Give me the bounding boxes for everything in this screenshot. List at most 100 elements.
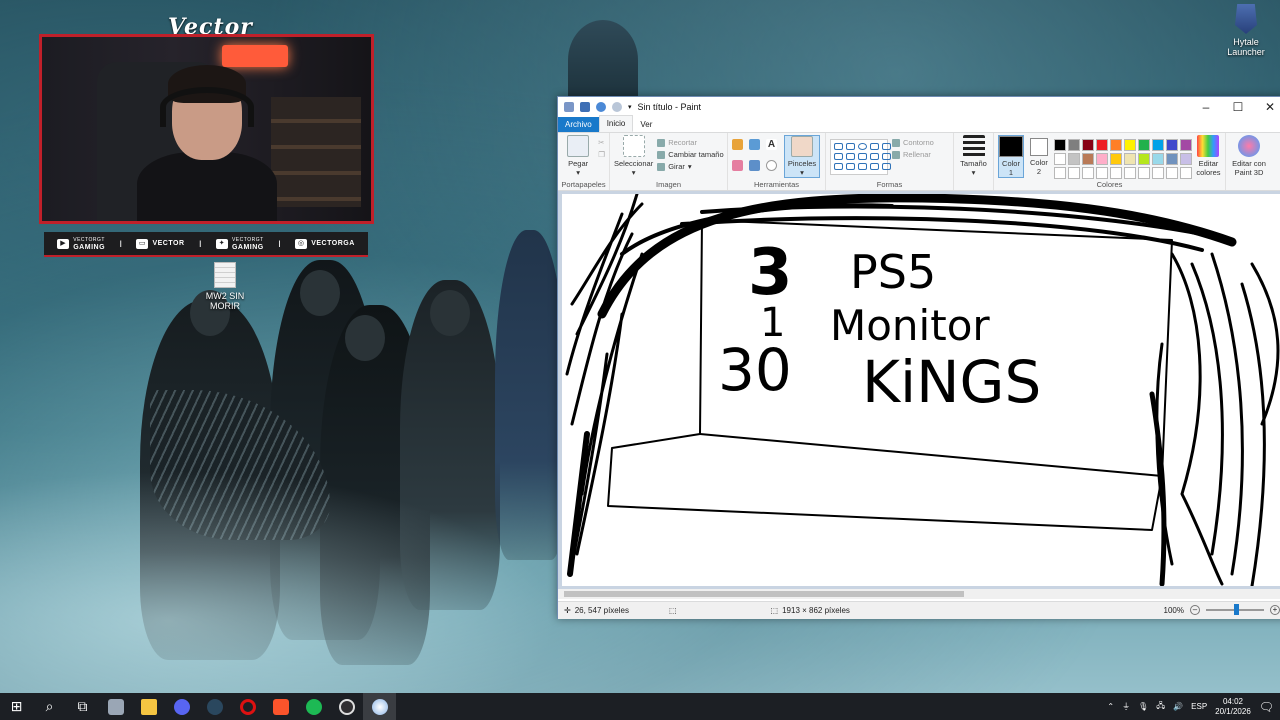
diamond-shape-icon[interactable] [870,153,879,160]
tab-ver[interactable]: Ver [633,117,659,132]
undo-icon[interactable] [596,102,606,112]
palette-swatch[interactable] [1081,139,1094,151]
resize-button[interactable]: Cambiar tamaño [657,150,724,159]
palette-swatch[interactable] [1165,153,1178,165]
cut-icon[interactable]: ✂ [598,138,605,147]
taskbar-app-steam[interactable] [198,693,231,720]
rectangle-shape-icon[interactable] [870,143,879,150]
language-indicator[interactable]: ESP [1191,702,1207,711]
curve-shape-icon[interactable] [846,143,855,150]
line-shape-icon[interactable] [834,143,843,150]
size-button[interactable]: Tamaño ▾ [958,135,989,178]
palette-swatch[interactable] [1053,139,1066,151]
zoom-in-button[interactable]: + [1270,605,1280,615]
oval-shape-icon[interactable] [858,143,867,150]
zoom-out-button[interactable]: – [1190,605,1200,615]
outline-button[interactable]: Contorno [892,138,934,147]
microphone-icon[interactable]: 🎙 [1138,702,1148,711]
desktop-icon-mw2[interactable]: MW2 SIN MORIR [190,262,260,311]
palette-swatch[interactable] [1123,167,1136,179]
color2-button[interactable]: Color 2 [1028,135,1050,178]
star-shape-icon[interactable] [858,163,867,170]
palette-swatch[interactable] [1109,167,1122,179]
usb-icon[interactable]: ⏚ [1122,701,1130,712]
right-triangle-shape-icon[interactable] [858,153,867,160]
palette-swatch[interactable] [1179,167,1192,179]
zoom-slider-knob[interactable] [1234,604,1239,615]
fill-bucket-icon[interactable] [749,139,760,150]
taskbar-app-explorer[interactable] [132,693,165,720]
taskbar-app-discord[interactable] [165,693,198,720]
zoom-slider[interactable] [1206,604,1264,615]
tab-inicio[interactable]: Inicio [598,115,634,132]
close-button[interactable]: ✕ [1254,100,1280,114]
network-icon[interactable]: 🖧 [1156,700,1165,714]
copy-icon[interactable]: ❐ [598,150,605,159]
rounded-rectangle-shape-icon[interactable] [882,143,891,150]
palette-swatch[interactable] [1095,139,1108,151]
taskbar-app-spotify[interactable] [297,693,330,720]
palette-swatch[interactable] [1165,167,1178,179]
clock[interactable]: 04:02 20/1/2026 [1215,697,1251,717]
palette-swatch[interactable] [1123,139,1136,151]
callout-shape-icon[interactable] [870,163,879,170]
palette-swatch[interactable] [1053,153,1066,165]
palette-swatch[interactable] [1137,153,1150,165]
drawing-canvas[interactable]: 3 PS5 1 Monitor 30 KiNGS [562,192,1280,588]
polygon-shape-icon[interactable] [834,153,843,160]
palette-swatch[interactable] [1137,139,1150,151]
taskbar-app-paint[interactable] [363,693,396,720]
brushes-button[interactable]: Pinceles ▾ [784,135,820,178]
magnifier-icon[interactable] [766,160,777,171]
palette-swatch[interactable] [1095,167,1108,179]
palette-swatch[interactable] [1095,153,1108,165]
minimize-button[interactable]: – [1190,100,1222,114]
start-button[interactable]: ⊞ [0,693,33,720]
desktop-icon-hytale[interactable]: Hytale Launcher [1215,4,1277,57]
palette-swatch[interactable] [1081,153,1094,165]
eraser-icon[interactable] [732,160,743,171]
select-button[interactable]: Seleccionar ▾ [614,135,653,178]
triangle-shape-icon[interactable] [846,153,855,160]
palette-swatch[interactable] [1109,153,1122,165]
heart-shape-icon[interactable] [882,163,891,170]
palette-swatch[interactable] [1151,153,1164,165]
quick-access-dropdown-icon[interactable]: ▾ [628,103,632,111]
hexagon-shape-icon[interactable] [834,163,843,170]
paint3d-button[interactable]: Editar con Paint 3D [1230,135,1268,178]
palette-swatch[interactable] [1109,139,1122,151]
palette-swatch[interactable] [1081,167,1094,179]
taskbar-app-brave[interactable] [264,693,297,720]
tab-archivo[interactable]: Archivo [558,117,599,132]
arrow-shape-icon[interactable] [846,163,855,170]
horizontal-scrollbar[interactable] [558,589,1280,599]
color-picker-icon[interactable] [749,160,760,171]
shapes-gallery[interactable] [830,139,891,175]
palette-swatch[interactable] [1151,139,1164,151]
text-icon[interactable]: A [766,139,777,150]
search-button[interactable]: ⌕ [33,693,66,720]
palette-swatch[interactable] [1053,167,1066,179]
palette-swatch[interactable] [1067,139,1080,151]
taskbar-app-opera[interactable] [231,693,264,720]
palette-swatch[interactable] [1165,139,1178,151]
palette-swatch[interactable] [1123,153,1136,165]
crop-button[interactable]: Recortar [657,138,723,147]
notification-icon[interactable]: 🗨 [1259,700,1274,714]
taskbar-app-settings[interactable] [99,693,132,720]
chevron-up-icon[interactable]: ⌃ [1107,702,1114,711]
pentagon-shape-icon[interactable] [882,153,891,160]
palette-swatch[interactable] [1151,167,1164,179]
volume-icon[interactable]: 🔊 [1173,702,1183,711]
redo-icon[interactable] [612,102,622,112]
paste-button[interactable]: Pegar ▾ [562,135,594,178]
pencil-icon[interactable] [732,139,743,150]
save-icon[interactable] [580,102,590,112]
rotate-button[interactable]: Girar ▾ [657,162,723,171]
palette-swatch[interactable] [1179,139,1192,151]
fill-button[interactable]: Rellenar [892,150,934,159]
color1-button[interactable]: Color 1 [998,135,1024,178]
maximize-button[interactable]: ☐ [1222,100,1254,114]
palette-swatch[interactable] [1179,153,1192,165]
palette-swatch[interactable] [1067,167,1080,179]
